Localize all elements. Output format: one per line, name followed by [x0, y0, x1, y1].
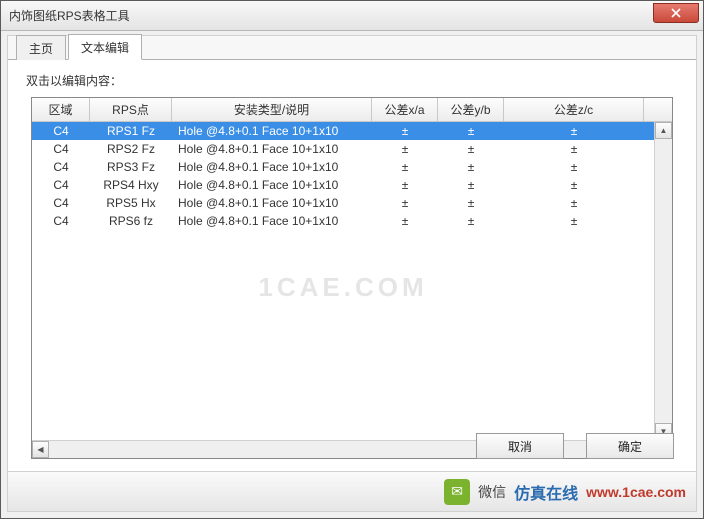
header-scroll-spacer	[644, 98, 662, 121]
footer-brand: 仿真在线	[514, 480, 578, 504]
vertical-scrollbar[interactable]: ▲ ▼	[654, 122, 672, 440]
data-table: 区域 RPS点 安装类型/说明 公差x/a 公差y/b 公差z/c 1CAE.C…	[31, 97, 673, 459]
table-cell: ±	[438, 124, 504, 138]
table-row[interactable]: C4RPS4 HxyHole @4.8+0.1 Face 10+1x10±±±	[32, 176, 654, 194]
table-cell: ±	[372, 196, 438, 210]
table-cell: ±	[504, 196, 644, 210]
table-cell: ±	[438, 160, 504, 174]
ok-button[interactable]: 确定	[586, 433, 674, 459]
table-cell: Hole @4.8+0.1 Face 10+1x10	[172, 160, 372, 174]
table-cell: RPS6 fz	[90, 214, 172, 228]
tab-content: 双击以编辑内容： 区域 RPS点 安装类型/说明 公差x/a 公差y/b 公差z…	[8, 60, 696, 467]
table-cell: ±	[438, 196, 504, 210]
table-cell: ±	[372, 160, 438, 174]
table-cell: ±	[372, 124, 438, 138]
col-rps[interactable]: RPS点	[90, 98, 172, 121]
col-tolx[interactable]: 公差x/a	[372, 98, 438, 121]
client-area: 主页 文本编辑 双击以编辑内容： 区域 RPS点 安装类型/说明 公差x/a 公…	[7, 35, 697, 512]
table-row[interactable]: C4RPS5 HxHole @4.8+0.1 Face 10+1x10±±±	[32, 194, 654, 212]
table-cell: ±	[438, 178, 504, 192]
table-cell: ±	[504, 178, 644, 192]
table-cell: Hole @4.8+0.1 Face 10+1x10	[172, 196, 372, 210]
table-body-wrap: 1CAE.COM C4RPS1 FzHole @4.8+0.1 Face 10+…	[32, 122, 672, 440]
footer-wx-label: 微信	[478, 482, 506, 502]
scroll-left-arrow-icon[interactable]: ◀	[32, 441, 49, 458]
table-cell: C4	[32, 178, 90, 192]
table-cell: RPS1 Fz	[90, 124, 172, 138]
table-cell: Hole @4.8+0.1 Face 10+1x10	[172, 124, 372, 138]
table-row[interactable]: C4RPS1 FzHole @4.8+0.1 Face 10+1x10±±±	[32, 122, 654, 140]
table-cell: ±	[504, 142, 644, 156]
table-body[interactable]: 1CAE.COM C4RPS1 FzHole @4.8+0.1 Face 10+…	[32, 122, 654, 440]
watermark: 1CAE.COM	[32, 272, 654, 303]
col-toly[interactable]: 公差y/b	[438, 98, 504, 121]
tab-strip: 主页 文本编辑	[8, 36, 696, 60]
table-cell: C4	[32, 160, 90, 174]
table-cell: Hole @4.8+0.1 Face 10+1x10	[172, 178, 372, 192]
table-cell: RPS5 Hx	[90, 196, 172, 210]
table-cell: ±	[438, 214, 504, 228]
table-header: 区域 RPS点 安装类型/说明 公差x/a 公差y/b 公差z/c	[32, 98, 672, 122]
table-row[interactable]: C4RPS3 FzHole @4.8+0.1 Face 10+1x10±±±	[32, 158, 654, 176]
window-title: 内饰图纸RPS表格工具	[9, 7, 130, 24]
table-cell: ±	[504, 160, 644, 174]
footer-url: www.1cae.com	[586, 484, 686, 500]
table-cell: C4	[32, 214, 90, 228]
footer: ✉ 微信 仿真在线 www.1cae.com	[8, 471, 696, 511]
app-window: 内饰图纸RPS表格工具 主页 文本编辑 双击以编辑内容： 区域 RPS点 安装类…	[0, 0, 704, 519]
table-cell: ±	[504, 124, 644, 138]
table-row[interactable]: C4RPS2 FzHole @4.8+0.1 Face 10+1x10±±±	[32, 140, 654, 158]
tab-text-edit[interactable]: 文本编辑	[68, 34, 142, 60]
table-cell: Hole @4.8+0.1 Face 10+1x10	[172, 214, 372, 228]
table-cell: ±	[372, 214, 438, 228]
vscroll-track[interactable]	[655, 139, 672, 423]
tab-home[interactable]: 主页	[16, 35, 66, 60]
col-tolz[interactable]: 公差z/c	[504, 98, 644, 121]
dialog-buttons: 取消 确定	[476, 433, 674, 459]
table-cell: ±	[438, 142, 504, 156]
instruction-label: 双击以编辑内容：	[26, 72, 678, 89]
close-button[interactable]	[653, 3, 699, 23]
table-cell: RPS4 Hxy	[90, 178, 172, 192]
table-cell: Hole @4.8+0.1 Face 10+1x10	[172, 142, 372, 156]
col-desc[interactable]: 安装类型/说明	[172, 98, 372, 121]
scroll-up-arrow-icon[interactable]: ▲	[655, 122, 672, 139]
table-row[interactable]: C4RPS6 fzHole @4.8+0.1 Face 10+1x10±±±	[32, 212, 654, 230]
table-cell: C4	[32, 142, 90, 156]
table-cell: C4	[32, 196, 90, 210]
table-cell: ±	[504, 214, 644, 228]
table-cell: ±	[372, 178, 438, 192]
close-icon	[671, 8, 681, 18]
table-cell: ±	[372, 142, 438, 156]
table-cell: C4	[32, 124, 90, 138]
table-cell: RPS2 Fz	[90, 142, 172, 156]
cancel-button[interactable]: 取消	[476, 433, 564, 459]
table-cell: RPS3 Fz	[90, 160, 172, 174]
col-region[interactable]: 区域	[32, 98, 90, 121]
wechat-icon: ✉	[444, 479, 470, 505]
titlebar: 内饰图纸RPS表格工具	[1, 1, 703, 31]
